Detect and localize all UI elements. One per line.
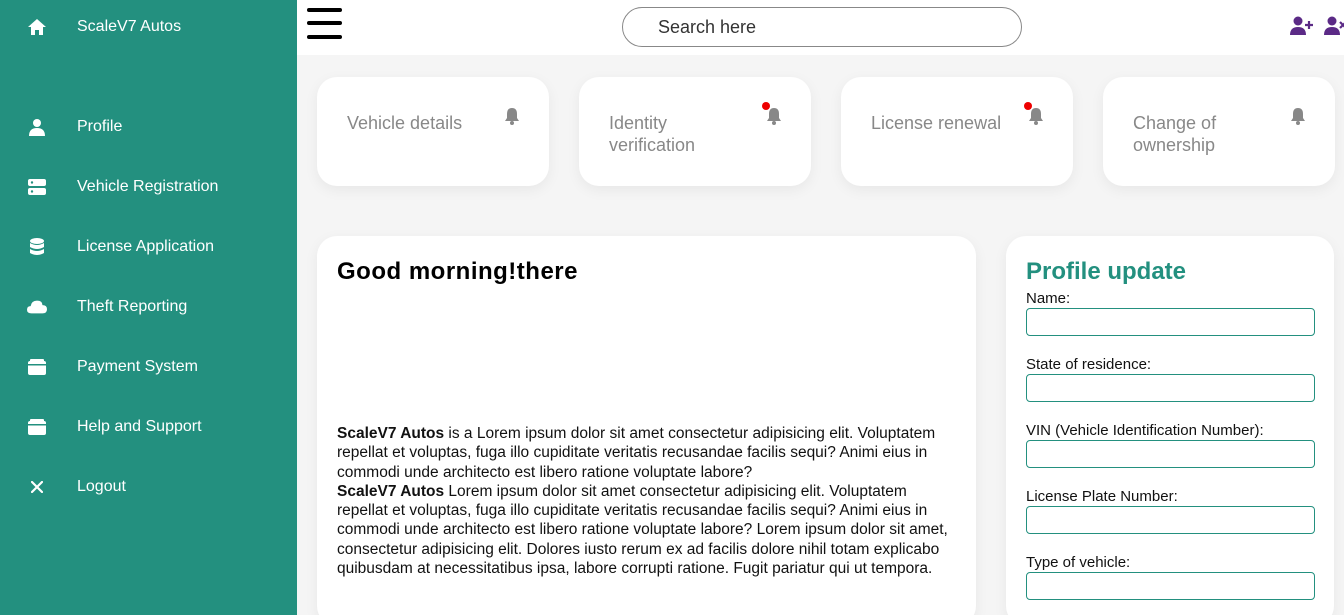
brand-bold: ScaleV7 Autos — [337, 425, 445, 442]
bell-icon — [1289, 107, 1307, 125]
database-icon — [27, 237, 47, 257]
bell-icon — [765, 107, 783, 125]
home-icon — [27, 17, 47, 37]
sidebar-item-label: Logout — [77, 478, 126, 495]
card-identity-verification[interactable]: Identity verification — [579, 77, 811, 186]
name-label: Name: — [1026, 290, 1071, 307]
sidebar-item-label: Payment System — [77, 358, 198, 375]
card-title: Identity verification — [609, 113, 696, 155]
wallet-icon — [27, 357, 47, 377]
vin-field[interactable] — [1026, 440, 1315, 468]
close-icon — [27, 477, 47, 497]
vin-label: VIN (Vehicle Identification Number): — [1026, 422, 1264, 439]
sidebar-item-license-application[interactable]: License Application — [0, 227, 297, 267]
brand-bold: ScaleV7 Autos — [337, 482, 445, 500]
hamburger-line — [307, 8, 342, 12]
notification-dot — [1024, 102, 1032, 110]
sidebar-item-logout[interactable]: Logout — [0, 467, 297, 507]
card-license-renewal[interactable]: License renewal — [841, 77, 1073, 186]
sidebar: ScaleV7 Autos Profile Vehicle Registrati… — [0, 0, 297, 615]
menu-toggle-button[interactable] — [307, 8, 343, 40]
notification-dot — [762, 102, 770, 110]
sidebar-item-profile[interactable]: Profile — [0, 107, 297, 147]
sidebar-item-label: License Application — [77, 238, 214, 255]
sidebar-item-help-and-support[interactable]: Help and Support — [0, 407, 297, 447]
about-text: ScaleV7 Autos is a Lorem ipsum dolor sit… — [337, 424, 957, 578]
state-of-residence-field[interactable] — [1026, 374, 1315, 402]
topbar — [297, 0, 1344, 55]
wallet-icon — [27, 417, 47, 437]
sidebar-item-home[interactable]: ScaleV7 Autos — [0, 7, 297, 47]
profile-update-title: Profile update — [1026, 258, 1187, 285]
bell-icon — [1027, 107, 1045, 125]
sidebar-item-payment-system[interactable]: Payment System — [0, 347, 297, 387]
hamburger-line — [307, 35, 342, 39]
sidebar-item-label: Theft Reporting — [77, 298, 188, 315]
sidebar-item-label: Help and Support — [77, 418, 202, 435]
welcome-panel: Good morning!there ScaleV7 Autos is a Lo… — [317, 236, 976, 615]
cloud-icon — [27, 297, 47, 317]
card-title: Vehicle details — [347, 113, 463, 133]
sidebar-item-theft-reporting[interactable]: Theft Reporting — [0, 287, 297, 327]
greeting-heading: Good morning!there — [337, 258, 578, 285]
card-title: Change of ownership — [1133, 113, 1217, 155]
sidebar-item-vehicle-registration[interactable]: Vehicle Registration — [0, 167, 297, 207]
name-field[interactable] — [1026, 308, 1315, 336]
vehicle-type-label: Type of vehicle: — [1026, 554, 1131, 571]
server-icon — [27, 177, 47, 197]
add-user-icon[interactable] — [1290, 16, 1314, 38]
profile-update-form: Profile update Name: State of residence:… — [1006, 236, 1334, 615]
sidebar-item-label: Profile — [77, 118, 123, 135]
vehicle-type-field[interactable] — [1026, 572, 1315, 600]
sidebar-item-label: Vehicle Registration — [77, 178, 219, 195]
bell-icon — [503, 107, 521, 125]
remove-user-icon[interactable] — [1324, 16, 1344, 38]
state-label: State of residence: — [1026, 356, 1152, 373]
card-vehicle-details[interactable]: Vehicle details — [317, 77, 549, 186]
user-icon — [27, 117, 47, 137]
card-title: License renewal — [871, 113, 1002, 133]
hamburger-line — [307, 21, 342, 25]
license-plate-field[interactable] — [1026, 506, 1315, 534]
search-input[interactable] — [622, 7, 1022, 47]
card-change-of-ownership[interactable]: Change of ownership — [1103, 77, 1335, 186]
brand-name: ScaleV7 Autos — [77, 18, 182, 35]
license-plate-label: License Plate Number: — [1026, 488, 1178, 505]
